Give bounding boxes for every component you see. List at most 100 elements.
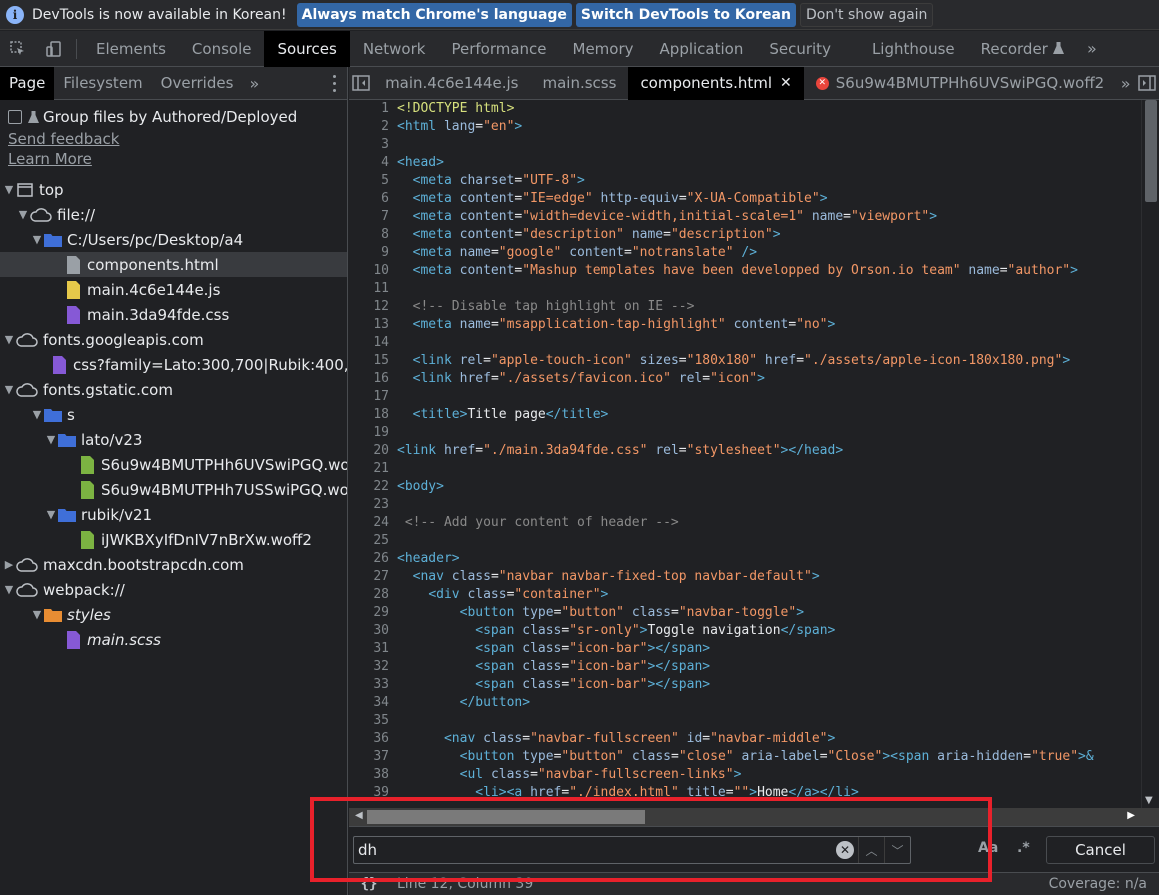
expand-arrow-icon[interactable]: ▼ (30, 408, 44, 421)
line-number[interactable]: 36 (349, 730, 397, 748)
collapse-arrow-icon[interactable]: ▶ (2, 558, 16, 571)
cancel-button[interactable]: Cancel (1046, 836, 1155, 864)
line-number[interactable]: 9 (349, 244, 397, 262)
code-line[interactable]: 10 <meta content = "Mashup templates have … (349, 262, 1141, 280)
line-number[interactable]: 38 (349, 766, 397, 784)
tree-item-folder-rubik[interactable]: ▼ rubik/v21 (0, 502, 347, 527)
code-line[interactable]: 34 </button> (349, 694, 1141, 712)
tab-console[interactable]: Console (179, 31, 265, 67)
code-line[interactable]: 37 <button type="button" class="close" a… (349, 748, 1141, 766)
line-number[interactable]: 39 (349, 784, 397, 802)
line-number[interactable]: 5 (349, 172, 397, 190)
tree-item-folder-a4[interactable]: ▼ C:/Users/pc/Desktop/a4 (0, 227, 347, 252)
code-line[interactable]: 32 <span class="icon-bar"></span> (349, 658, 1141, 676)
nav-tab-filesystem[interactable]: Filesystem (54, 67, 151, 100)
expand-arrow-icon[interactable]: ▼ (2, 333, 16, 346)
line-number[interactable]: 30 (349, 622, 397, 640)
tree-item-main-js[interactable]: main.4c6e144e.js (0, 277, 347, 302)
code-line[interactable]: 21 (349, 460, 1141, 478)
code-line[interactable]: 11 (349, 280, 1141, 298)
line-number[interactable]: 20 (349, 442, 397, 460)
line-number[interactable]: 32 (349, 658, 397, 676)
tree-item-top[interactable]: ▼ top (0, 177, 347, 202)
inspect-icon[interactable] (0, 31, 36, 67)
expand-arrow-icon[interactable]: ▼ (30, 608, 44, 621)
switch-to-korean-button[interactable]: Switch DevTools to Korean (575, 2, 796, 27)
code-line[interactable]: 39 <li><a href="./index.html" title="">H… (349, 784, 1141, 802)
code-line[interactable]: 15 <link rel="apple-touch-icon" sizes="1… (349, 352, 1141, 370)
line-number[interactable]: 24 (349, 514, 397, 532)
pretty-print-icon[interactable]: {} (349, 876, 389, 892)
line-number[interactable]: 28 (349, 586, 397, 604)
tab-security[interactable]: Security (756, 31, 844, 67)
chevron-down-icon[interactable]: ﹀ (884, 837, 910, 863)
line-number[interactable]: 34 (349, 694, 397, 712)
code-line[interactable]: 1 <!DOCTYPE html> (349, 100, 1141, 118)
expand-arrow-icon[interactable]: ▼ (16, 208, 30, 221)
code-line[interactable]: 36 <nav class="navbar-fullscreen" id="na… (349, 730, 1141, 748)
code-line[interactable]: 27 <nav class="navbar navbar-fixed-top n… (349, 568, 1141, 586)
line-number[interactable]: 19 (349, 424, 397, 442)
line-number[interactable]: 11 (349, 280, 397, 298)
code-line[interactable]: 35 (349, 712, 1141, 730)
line-number[interactable]: 7 (349, 208, 397, 226)
line-number[interactable]: 15 (349, 352, 397, 370)
code-line[interactable]: 9 <meta name="google" content="notransla… (349, 244, 1141, 262)
tree-item-maxcdn[interactable]: ▶ maxcdn.bootstrapcdn.com (0, 552, 347, 577)
tree-item-woff2-lato-2[interactable]: S6u9w4BMUTPHh7USSwiPGQ.woff2 (0, 477, 347, 502)
code-line[interactable]: 3 (349, 136, 1141, 154)
line-number[interactable]: 25 (349, 532, 397, 550)
sidebar-toggle-icon[interactable] (349, 67, 373, 100)
expand-arrow-icon[interactable]: ▼ (2, 583, 16, 596)
kebab-menu-icon[interactable] (333, 75, 337, 92)
tree-item-folder-s[interactable]: ▼ s (0, 402, 347, 427)
code-line[interactable]: 7 <meta content = "width=device-width,init… (349, 208, 1141, 226)
chevron-double-right-icon[interactable]: » (242, 67, 266, 100)
line-number[interactable]: 2 (349, 118, 397, 136)
code-line[interactable]: 2 <html lang="en"> (349, 118, 1141, 136)
expand-arrow-icon[interactable]: ▼ (2, 183, 16, 196)
tree-item-main-scss[interactable]: main.scss (0, 627, 347, 652)
line-number[interactable]: 27 (349, 568, 397, 586)
tree-item-main-css[interactable]: main.3da94fde.css (0, 302, 347, 327)
line-number[interactable]: 13 (349, 316, 397, 334)
code-line[interactable]: 24 <!-- Add your content of header --> (349, 514, 1141, 532)
clear-icon[interactable]: ✕ (836, 841, 854, 859)
editor-tab-main-scss[interactable]: main.scss (530, 67, 628, 100)
code-line[interactable]: 31 <span class="icon-bar"></span> (349, 640, 1141, 658)
group-files-toggle[interactable]: Group files by Authored/Deployed (0, 105, 347, 129)
chevron-double-right-icon[interactable]: » (1116, 65, 1135, 101)
code-line[interactable]: 6 <meta content="IE=edge" http-equiv="X-… (349, 190, 1141, 208)
code-line[interactable]: 8 <meta content="description" name="desc… (349, 226, 1141, 244)
code-line[interactable]: 30 <span class="sr-only">Toggle navigati… (349, 622, 1141, 640)
line-number[interactable]: 33 (349, 676, 397, 694)
tab-memory[interactable]: Memory (560, 31, 647, 67)
code-line[interactable]: 4 <head> (349, 154, 1141, 172)
tree-item-file-origin[interactable]: ▼ file:// (0, 202, 347, 227)
line-number[interactable]: 12 (349, 298, 397, 316)
tab-lighthouse[interactable]: Lighthouse (844, 31, 968, 67)
line-number[interactable]: 29 (349, 604, 397, 622)
code-line[interactable]: 18 <title>Title page</title> (349, 406, 1141, 424)
line-number[interactable]: 6 (349, 190, 397, 208)
tree-item-css-family[interactable]: css?family=Lato:300,700|Rubik:400,700 (0, 352, 347, 377)
tree-item-webpack[interactable]: ▼ webpack:// (0, 577, 347, 602)
line-number[interactable]: 35 (349, 712, 397, 730)
tree-item-components-html[interactable]: components.html (0, 252, 347, 277)
tab-elements[interactable]: Elements (83, 31, 179, 67)
code-line[interactable]: 14 (349, 334, 1141, 352)
code-line[interactable]: 16 <link href="./assets/favicon.ico" rel… (349, 370, 1141, 388)
match-case-button[interactable]: Aa (978, 840, 998, 856)
line-number[interactable]: 1 (349, 100, 397, 118)
line-number[interactable]: 21 (349, 460, 397, 478)
tree-item-woff2-lato-1[interactable]: S6u9w4BMUTPHh6UVSwiPGQ.woff2 (0, 452, 347, 477)
expand-arrow-icon[interactable]: ▼ (30, 233, 44, 246)
tab-application[interactable]: Application (647, 31, 757, 67)
tab-network[interactable]: Network (350, 31, 439, 67)
code-line[interactable]: 26 <header> (349, 550, 1141, 568)
search-input[interactable] (354, 837, 836, 863)
tree-item-woff2-rubik[interactable]: iJWKBXyIfDnIV7nBrXw.woff2 (0, 527, 347, 552)
code-line[interactable]: 25 (349, 532, 1141, 550)
device-toggle-icon[interactable] (36, 31, 72, 67)
scroll-down-icon[interactable]: ▼ (1145, 795, 1153, 806)
